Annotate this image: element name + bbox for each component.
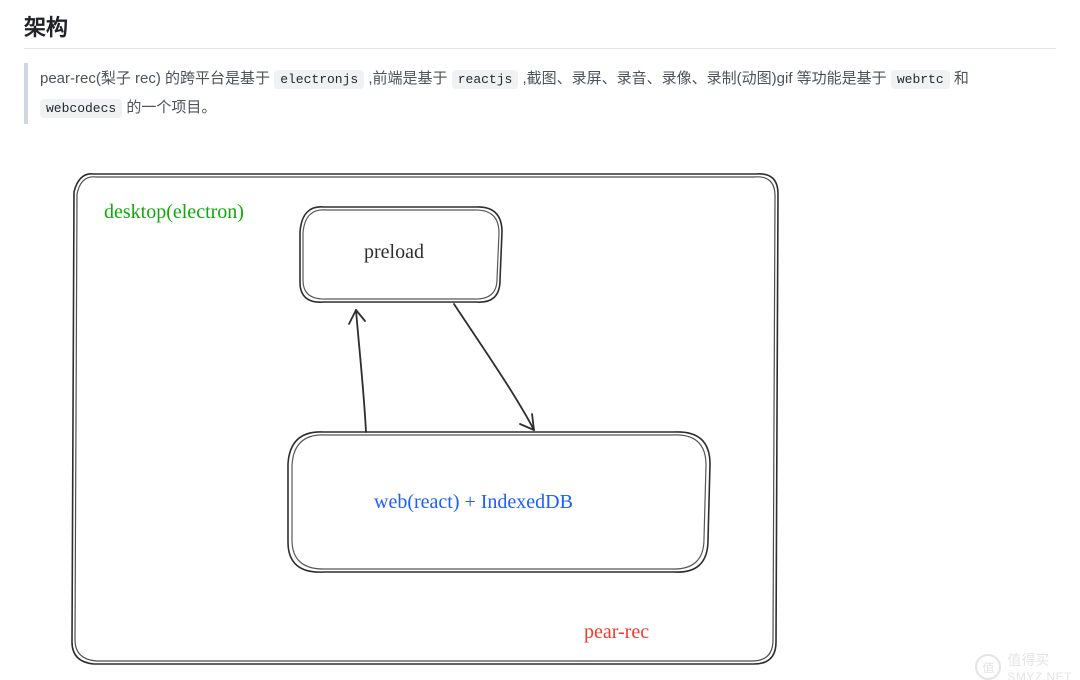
- watermark-site: SMYZ.NET: [1007, 670, 1072, 680]
- watermark-text: 值得买: [1007, 650, 1072, 670]
- page-title: 架构: [24, 10, 1056, 49]
- intro-text-4: 和: [954, 70, 969, 87]
- watermark: 值 值得买 SMYZ.NET: [975, 650, 1072, 680]
- intro-text-2: ,前端是基于: [368, 70, 451, 87]
- label-pear-rec: pear-rec: [584, 622, 649, 642]
- intro-text-5: 的一个项目。: [126, 99, 216, 116]
- label-web-react-indexeddb: web(react) + IndexedDB: [374, 492, 573, 512]
- code-webrtc: webrtc: [891, 70, 950, 89]
- code-electronjs: electronjs: [274, 70, 364, 89]
- watermark-badge-icon: 值: [975, 654, 1001, 680]
- architecture-diagram: desktop(electron) preload web(react) + I…: [24, 142, 1054, 680]
- code-reactjs: reactjs: [452, 70, 519, 89]
- intro-blockquote: pear-rec(梨子 rec) 的跨平台是基于 electronjs ,前端是…: [24, 63, 1056, 124]
- intro-text-1: pear-rec(梨子 rec) 的跨平台是基于: [40, 70, 274, 87]
- intro-text-3: ,截图、录屏、录音、录像、录制(动图)gif 等功能是基于: [523, 70, 891, 87]
- label-desktop-electron: desktop(electron): [104, 202, 244, 222]
- code-webcodecs: webcodecs: [40, 99, 122, 118]
- label-preload: preload: [364, 242, 424, 262]
